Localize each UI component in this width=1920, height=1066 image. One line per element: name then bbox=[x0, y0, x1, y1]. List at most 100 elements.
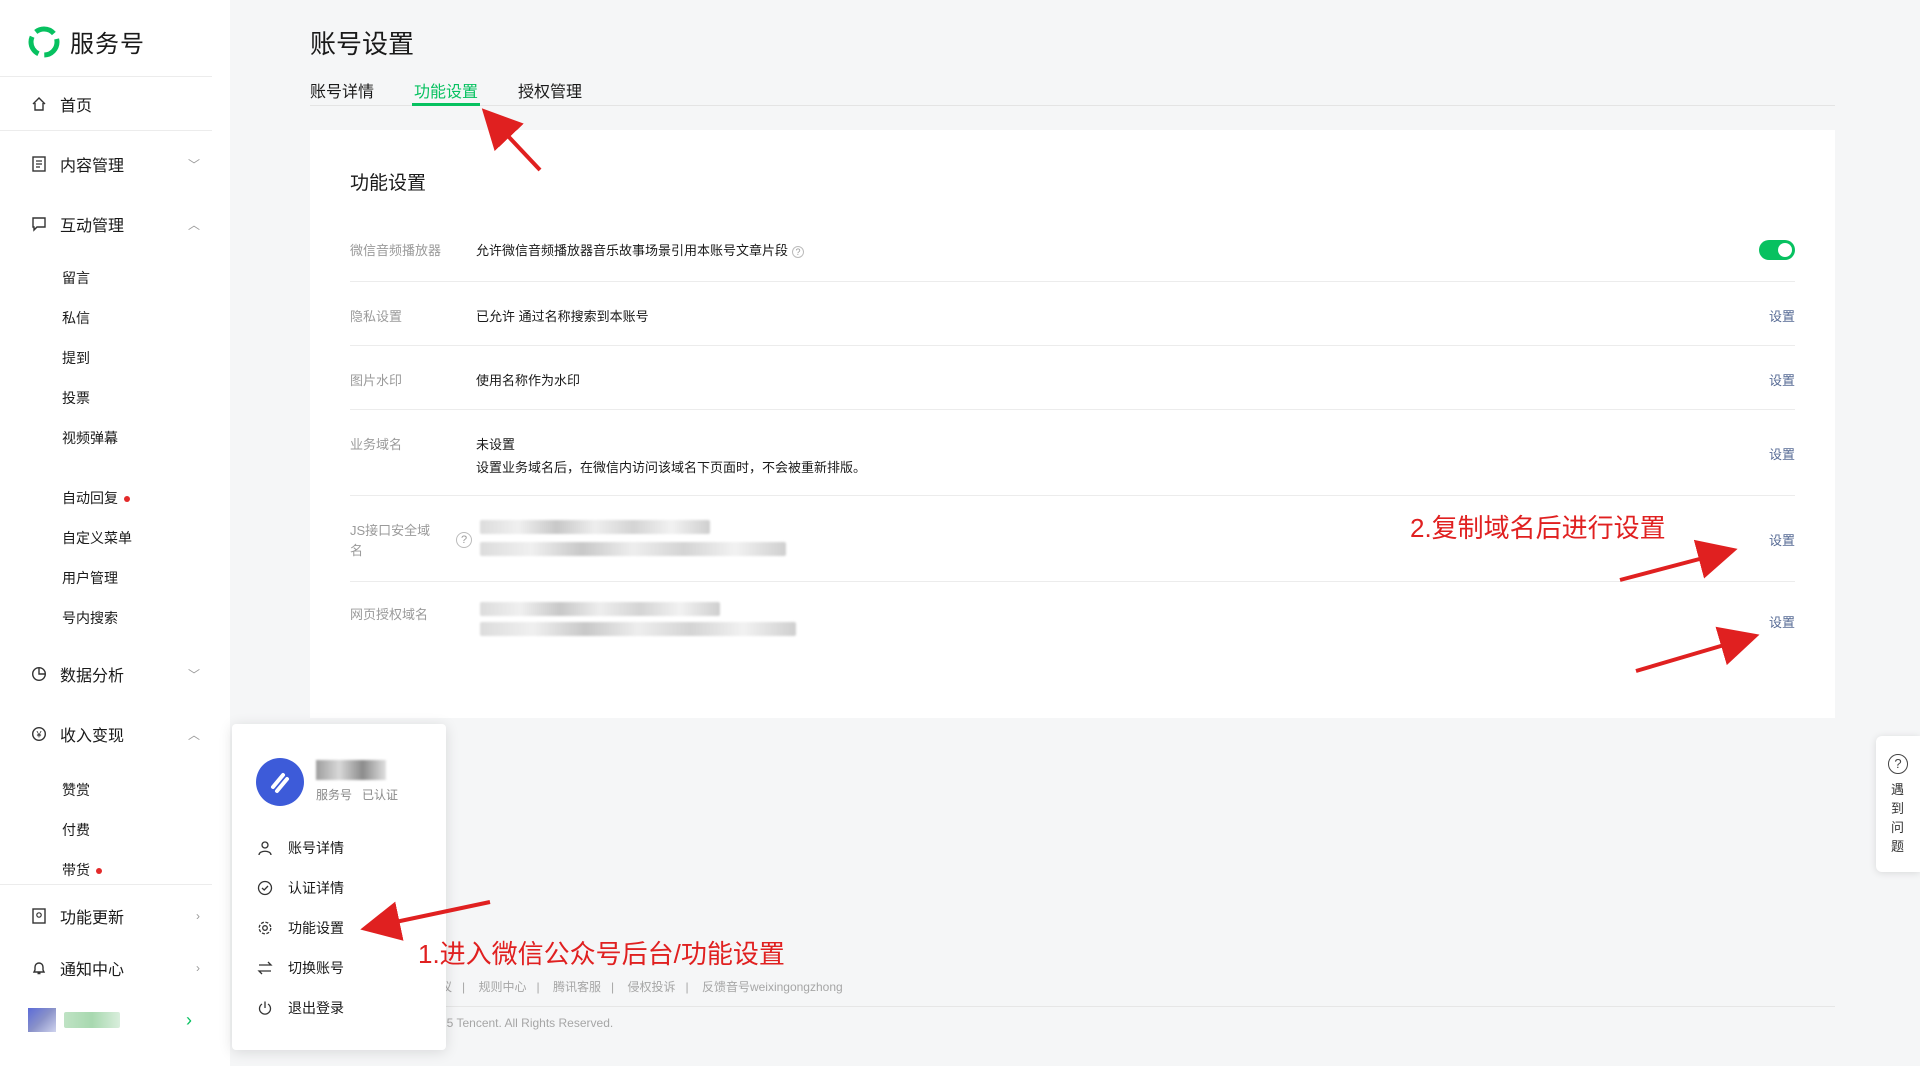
nav-monetize-label: 收入变现 bbox=[60, 728, 125, 745]
setting-row-privacy: 隐私设置 已允许 通过名称搜索到本账号 设置 bbox=[350, 282, 1795, 346]
menu-item-verification[interactable]: 认证详情 bbox=[256, 878, 344, 898]
chevron-down-icon: ﹀ bbox=[187, 157, 200, 172]
setting-row-business-domain: 业务域名 未设置 设置业务域名后，在微信内访问该域名下页面时，不会被重新排版。 … bbox=[350, 410, 1795, 496]
divider bbox=[0, 884, 212, 885]
sub-item-commerce[interactable]: 带货 bbox=[62, 860, 102, 880]
tab-authorization[interactable]: 授权管理 bbox=[518, 78, 582, 102]
menu-item-switch-account[interactable]: 切换账号 bbox=[256, 958, 344, 978]
menu-item-label: 功能设置 bbox=[288, 920, 344, 936]
chevron-up-icon: ︿ bbox=[187, 727, 200, 742]
chevron-right-icon: › bbox=[196, 909, 200, 923]
user-icon bbox=[256, 839, 274, 857]
footer-link[interactable]: 腾讯客服 bbox=[553, 980, 601, 994]
row-label: 图片水印 bbox=[350, 373, 403, 388]
blurred-domain bbox=[480, 520, 710, 534]
active-tab-indicator bbox=[412, 103, 480, 106]
setting-row-watermark: 图片水印 使用名称作为水印 设置 bbox=[350, 346, 1795, 410]
sub-item-comments[interactable]: 留言 bbox=[62, 268, 90, 288]
footer-link[interactable]: 规则中心 bbox=[478, 980, 526, 994]
brand-name: 服务号 bbox=[70, 31, 145, 58]
tab-feature-settings[interactable]: 功能设置 bbox=[414, 78, 478, 102]
account-meta: 服务号 已认证 bbox=[316, 786, 408, 803]
watermark-settings-link[interactable]: 设置 bbox=[1769, 370, 1795, 389]
row-value: 允许微信音频播放器音乐故事场景引用本账号文章片段? bbox=[476, 240, 805, 259]
sub-item-danmaku[interactable]: 视频弹幕 bbox=[62, 428, 118, 448]
row-label: 网页授权域名 bbox=[350, 607, 429, 622]
account-avatar[interactable] bbox=[28, 1008, 56, 1032]
row-label: 隐私设置 bbox=[350, 309, 403, 324]
nav-home[interactable]: 首页 bbox=[30, 90, 200, 118]
menu-item-feature-settings[interactable]: 功能设置 bbox=[256, 918, 344, 938]
sub-item-appreciation[interactable]: 赞赏 bbox=[62, 780, 90, 800]
copyright: 25 Tencent. All Rights Reserved. bbox=[440, 1016, 614, 1030]
privacy-settings-link[interactable]: 设置 bbox=[1769, 306, 1795, 325]
help-label: 遇到问题 bbox=[1891, 782, 1905, 854]
pie-chart-icon bbox=[30, 665, 48, 683]
card-title: 功能设置 bbox=[350, 173, 427, 194]
brand-logo[interactable]: 服务号 bbox=[28, 24, 145, 59]
sub-item-mentions[interactable]: 提到 bbox=[62, 348, 90, 368]
sub-item-in-account-search[interactable]: 号内搜索 bbox=[62, 608, 118, 628]
notification-dot bbox=[96, 868, 102, 875]
nav-updates[interactable]: 功能更新 › bbox=[30, 902, 200, 930]
help-float-button[interactable]: ? 遇到问题 bbox=[1876, 736, 1920, 872]
menu-item-label: 账号详情 bbox=[288, 840, 344, 856]
nav-content-label: 内容管理 bbox=[60, 158, 125, 175]
menu-item-logout[interactable]: 退出登录 bbox=[256, 998, 344, 1018]
coin-icon: ¥ bbox=[30, 725, 48, 743]
nav-content[interactable]: 内容管理 ﹀ bbox=[30, 150, 200, 178]
nav-interaction[interactable]: 互动管理 ︿ bbox=[30, 210, 200, 238]
blurred-domain bbox=[480, 622, 796, 636]
question-icon[interactable]: ? bbox=[792, 245, 805, 258]
footer-divider bbox=[440, 1006, 1835, 1007]
menu-item-label: 退出登录 bbox=[288, 1000, 344, 1016]
row-label: 业务域名 bbox=[350, 437, 403, 452]
account-popup-menu: 服务号 已认证 账号详情 认证详情 功能设置 切换账号 退出登录 bbox=[232, 724, 446, 1050]
nav-home-label: 首页 bbox=[60, 98, 93, 115]
menu-item-account-details[interactable]: 账号详情 bbox=[256, 838, 344, 858]
nav-analytics[interactable]: 数据分析 ﹀ bbox=[30, 660, 200, 688]
verification-status: 已认证 bbox=[362, 788, 399, 802]
js-domain-settings-link[interactable]: 设置 bbox=[1769, 530, 1795, 549]
oauth-domain-settings-link[interactable]: 设置 bbox=[1769, 612, 1795, 631]
question-icon: ? bbox=[1888, 754, 1908, 774]
gear-icon bbox=[256, 919, 274, 937]
power-icon bbox=[256, 999, 274, 1017]
sub-item-custom-menu[interactable]: 自定义菜单 bbox=[62, 528, 132, 548]
document-icon bbox=[30, 155, 48, 173]
row-label-cont: 名 bbox=[350, 543, 364, 558]
footer-link[interactable]: 反馈音号weixingongzhong bbox=[702, 980, 843, 994]
footer-link[interactable]: 侵权投诉 bbox=[627, 980, 675, 994]
bell-icon bbox=[30, 959, 48, 977]
nav-updates-label: 功能更新 bbox=[60, 910, 125, 927]
sub-item-messages[interactable]: 私信 bbox=[62, 308, 90, 328]
question-icon[interactable]: ? bbox=[456, 532, 472, 548]
account-name-blurred bbox=[316, 760, 386, 780]
nav-interaction-label: 互动管理 bbox=[60, 218, 125, 235]
feature-settings-card: 功能设置 微信音频播放器 允许微信音频播放器音乐故事场景引用本账号文章片段? 隐… bbox=[310, 130, 1835, 718]
sub-item-user-management[interactable]: 用户管理 bbox=[62, 568, 118, 588]
divider bbox=[0, 76, 212, 77]
account-name-blurred bbox=[64, 1012, 120, 1028]
business-domain-settings-link[interactable]: 设置 bbox=[1769, 444, 1795, 463]
chevron-down-icon: ﹀ bbox=[187, 667, 200, 682]
tab-account-details[interactable]: 账号详情 bbox=[310, 78, 374, 102]
nav-notifications[interactable]: 通知中心 › bbox=[30, 954, 200, 982]
setting-row-oauth-domain: 网页授权域名 设置 bbox=[350, 582, 1795, 668]
footer-links: 议 | 规则中心 | 腾讯客服 | 侵权投诉 | 反馈音号weixingongzhong bbox=[440, 978, 853, 995]
update-icon bbox=[30, 907, 48, 925]
home-icon bbox=[30, 95, 48, 113]
row-value: 已允许 通过名称搜索到本账号 bbox=[476, 309, 649, 324]
chevron-right-icon[interactable]: › bbox=[186, 1010, 192, 1031]
nav-monetize[interactable]: ¥ 收入变现 ︿ bbox=[30, 720, 200, 748]
audio-player-toggle[interactable] bbox=[1759, 240, 1795, 260]
check-circle-icon bbox=[256, 879, 274, 897]
page-title: 账号设置 bbox=[310, 29, 415, 59]
commerce-label: 带货 bbox=[62, 862, 90, 878]
sub-item-paid[interactable]: 付费 bbox=[62, 820, 90, 840]
chat-icon bbox=[30, 215, 48, 233]
sub-item-auto-reply[interactable]: 自动回复 bbox=[62, 488, 130, 508]
blurred-domain bbox=[480, 602, 720, 616]
sub-item-votes[interactable]: 投票 bbox=[62, 388, 90, 408]
nav-analytics-label: 数据分析 bbox=[60, 668, 125, 685]
